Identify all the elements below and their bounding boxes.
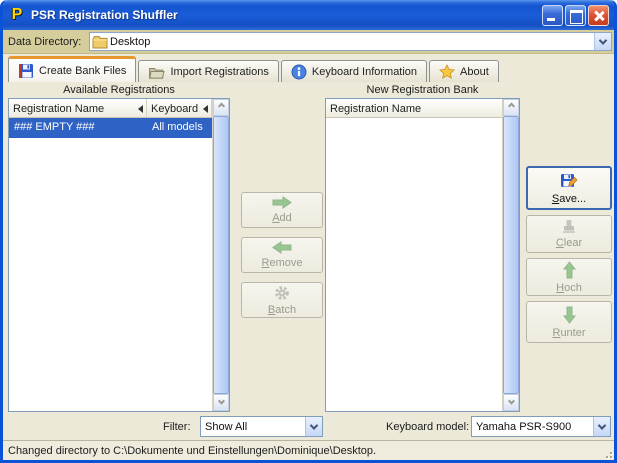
minimize-button[interactable] bbox=[542, 5, 563, 26]
chevron-down-icon bbox=[599, 36, 607, 44]
cell-keyboard: All models bbox=[147, 118, 212, 138]
add-button[interactable]: Add bbox=[241, 192, 323, 228]
keyboard-model-combobox[interactable]: Yamaha PSR-S900 bbox=[471, 416, 611, 437]
sort-indicator-icon bbox=[203, 105, 208, 113]
clear-button[interactable]: Clear bbox=[526, 215, 612, 253]
remove-button[interactable]: Remove bbox=[241, 237, 323, 273]
chevron-down-icon bbox=[310, 421, 318, 429]
hoch-button[interactable]: Hoch bbox=[526, 258, 612, 296]
data-directory-bar: Data Directory: Desktop bbox=[3, 30, 614, 54]
save-button[interactable]: Save... bbox=[526, 166, 612, 210]
data-directory-dropdown-button[interactable] bbox=[594, 33, 611, 50]
resize-grip-icon[interactable] bbox=[602, 448, 612, 458]
available-registrations-caption: Available Registrations bbox=[8, 84, 230, 96]
tab-keyboard-information[interactable]: Keyboard Information bbox=[281, 60, 427, 82]
available-list-header: Registration Name Keyboard bbox=[9, 99, 212, 118]
scroll-up-button[interactable] bbox=[213, 99, 229, 116]
scrollbar-thumb[interactable] bbox=[503, 116, 519, 394]
eraser-icon bbox=[561, 219, 577, 234]
column-header-registration-name[interactable]: Registration Name bbox=[326, 99, 502, 117]
arrow-left-icon bbox=[272, 241, 292, 254]
app-window: P PSR Registration Shuffler Data Directo… bbox=[0, 0, 617, 463]
tab-create-bank-files[interactable]: Create Bank Files bbox=[8, 56, 136, 82]
scroll-down-button[interactable] bbox=[213, 394, 229, 411]
create-bank-files-page: Available Registrations Registration Nam… bbox=[3, 82, 614, 414]
filter-dropdown-button[interactable] bbox=[305, 417, 322, 436]
runter-button[interactable]: Runter bbox=[526, 301, 612, 343]
tab-label: Keyboard Information bbox=[312, 66, 417, 78]
batch-button[interactable]: Batch bbox=[241, 282, 323, 318]
chevron-up-icon bbox=[217, 103, 224, 110]
maximize-button[interactable] bbox=[565, 5, 586, 26]
table-row[interactable]: ### EMPTY ### All models bbox=[9, 118, 212, 138]
cell-registration-name: ### EMPTY ### bbox=[9, 118, 147, 138]
chevron-down-icon bbox=[507, 398, 514, 405]
scroll-down-button[interactable] bbox=[503, 394, 519, 411]
tab-label: Import Registrations bbox=[170, 66, 268, 78]
chevron-down-icon bbox=[598, 421, 606, 429]
arrow-right-icon bbox=[272, 196, 292, 209]
filter-row: Filter: Show All Keyboard model: Yamaha … bbox=[3, 414, 614, 440]
data-directory-value: Desktop bbox=[108, 36, 594, 48]
filter-value: Show All bbox=[201, 421, 305, 433]
title-bar[interactable]: P PSR Registration Shuffler bbox=[3, 0, 614, 30]
floppy-disk-icon bbox=[18, 63, 34, 79]
tab-bar: Create Bank Files Import Registrations K… bbox=[3, 54, 614, 82]
data-directory-label: Data Directory: bbox=[3, 36, 81, 48]
scroll-up-button[interactable] bbox=[503, 99, 519, 116]
column-header-registration-name[interactable]: Registration Name bbox=[9, 99, 147, 117]
status-text: Changed directory to C:\Dokumente und Ei… bbox=[8, 445, 376, 457]
data-directory-combobox[interactable]: Desktop bbox=[89, 32, 612, 51]
save-icon bbox=[560, 172, 578, 190]
filter-label: Filter: bbox=[163, 421, 191, 433]
chevron-down-icon bbox=[217, 398, 224, 405]
arrow-down-icon bbox=[563, 306, 576, 324]
available-registrations-list: Registration Name Keyboard ### EMPTY ###… bbox=[8, 98, 230, 412]
tab-label: Create Bank Files bbox=[39, 65, 126, 77]
window-title: PSR Registration Shuffler bbox=[31, 8, 542, 22]
folder-icon bbox=[92, 34, 108, 50]
keyboard-model-value: Yamaha PSR-S900 bbox=[472, 421, 593, 433]
available-list-scrollbar[interactable] bbox=[212, 99, 229, 411]
keyboard-model-dropdown-button[interactable] bbox=[593, 417, 610, 436]
star-icon bbox=[439, 64, 455, 80]
close-button[interactable] bbox=[588, 5, 609, 26]
new-registration-bank-caption: New Registration Bank bbox=[325, 84, 520, 96]
arrow-up-icon bbox=[563, 261, 576, 279]
column-header-keyboard[interactable]: Keyboard bbox=[147, 99, 212, 117]
app-icon: P bbox=[8, 6, 26, 24]
bank-list-header: Registration Name bbox=[326, 99, 502, 118]
sort-indicator-icon bbox=[138, 105, 143, 113]
info-icon bbox=[291, 64, 307, 80]
keyboard-model-label: Keyboard model: bbox=[386, 421, 469, 433]
tab-import-registrations[interactable]: Import Registrations bbox=[138, 60, 278, 82]
new-registration-bank-list: Registration Name bbox=[325, 98, 520, 412]
scrollbar-thumb[interactable] bbox=[213, 116, 229, 394]
chevron-up-icon bbox=[507, 103, 514, 110]
tab-label: About bbox=[460, 66, 489, 78]
tab-about[interactable]: About bbox=[429, 60, 499, 82]
status-bar: Changed directory to C:\Dokumente und Ei… bbox=[3, 440, 614, 460]
gear-icon bbox=[274, 285, 290, 301]
filter-combobox[interactable]: Show All bbox=[200, 416, 323, 437]
bank-list-scrollbar[interactable] bbox=[502, 99, 519, 411]
open-folder-icon bbox=[148, 64, 165, 80]
